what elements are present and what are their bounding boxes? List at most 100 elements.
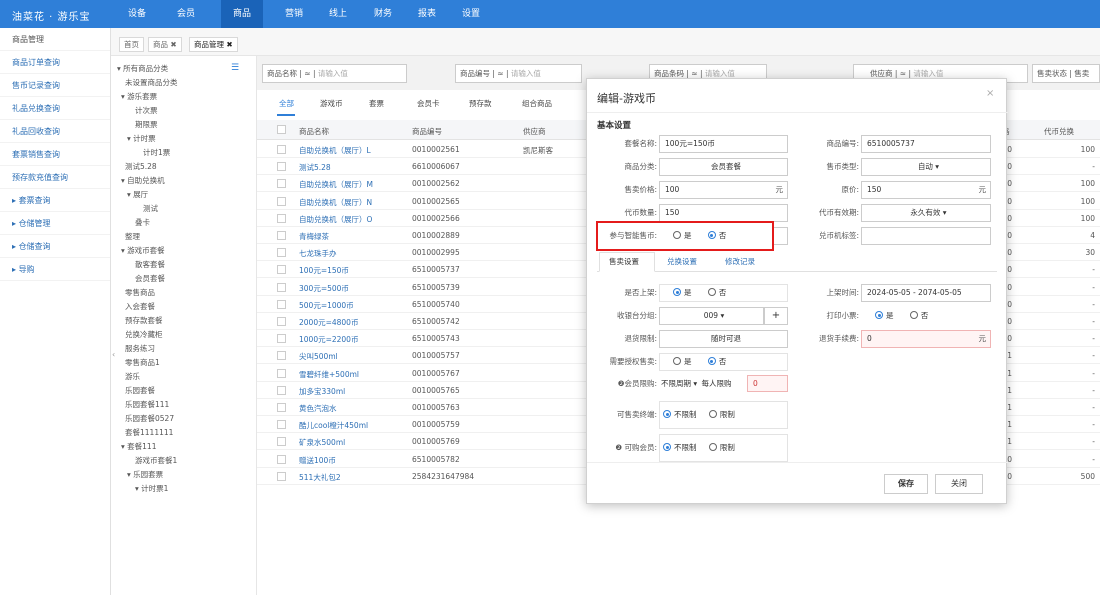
tree-node[interactable]: 测试 xyxy=(143,202,158,216)
tree-node[interactable]: ▾ 游戏币套餐 xyxy=(121,244,165,258)
tree-node[interactable]: 计次票 xyxy=(135,104,158,118)
row-checkbox[interactable] xyxy=(277,265,286,275)
sidebar-item-gift-recycle[interactable]: 礼品回收查询 xyxy=(0,120,110,143)
tab-product-mgmt[interactable]: 商品管理 ✖ xyxy=(189,37,238,52)
token-validity-select[interactable]: 永久有效 ▾ xyxy=(861,204,991,222)
row-checkbox[interactable] xyxy=(277,385,286,395)
nav-marketing[interactable]: 营销 xyxy=(279,0,309,28)
cell-name[interactable]: 矿泉水500ml xyxy=(299,437,345,448)
sidebar-item-deposit[interactable]: 预存款充值查询 xyxy=(0,166,110,189)
tree-node[interactable]: 乐园套餐111 xyxy=(125,398,169,412)
tree-node[interactable]: 乐园套餐0527 xyxy=(125,412,174,426)
refund-limit-select[interactable]: 随时可退 xyxy=(659,330,788,348)
tree-node[interactable]: 散客套餐 xyxy=(135,258,165,272)
row-checkbox[interactable] xyxy=(277,213,286,223)
subtab-change-log[interactable]: 修改记录 xyxy=(725,256,755,267)
cell-name[interactable]: 测试5.28 xyxy=(299,162,331,173)
print-no[interactable]: 否 xyxy=(909,311,928,320)
sidebar-item-guide[interactable]: ▸ 导购 xyxy=(0,258,110,281)
tree-node[interactable]: 服务练习 xyxy=(125,342,155,356)
tree-node[interactable]: ▾ 套餐111 xyxy=(121,440,156,454)
tree-node[interactable]: 会员套餐 xyxy=(135,272,165,286)
nav-settings[interactable]: 设置 xyxy=(456,0,486,28)
terminal-limited[interactable]: 限制 xyxy=(708,410,735,419)
tree-node[interactable]: 期限票 xyxy=(135,118,158,132)
filter-name[interactable]: 商品名称 | ≈ | 请输入值 xyxy=(262,64,407,83)
row-checkbox[interactable] xyxy=(277,282,286,292)
tree-node[interactable]: 游戏币套餐1 xyxy=(135,454,177,468)
cell-name[interactable]: 自助兑换机（展厅）N xyxy=(299,197,372,208)
subtab-sale-settings[interactable]: 售卖设置 xyxy=(609,256,639,267)
row-checkbox[interactable] xyxy=(277,196,286,206)
row-checkbox[interactable] xyxy=(277,368,286,378)
package-name-input[interactable]: 100元=150币 xyxy=(659,135,788,153)
row-checkbox[interactable] xyxy=(277,162,286,172)
cell-name[interactable]: 雪碧纤维+500ml xyxy=(299,369,359,380)
tree-node[interactable]: 游乐 xyxy=(125,370,140,384)
sidebar-item-gift-exchange[interactable]: 礼品兑换查询 xyxy=(0,97,110,120)
nav-online[interactable]: 线上 xyxy=(323,0,353,28)
cell-name[interactable]: 自助兑换机（展厅）L xyxy=(299,145,371,156)
cell-name[interactable]: 加多宝330ml xyxy=(299,386,345,397)
tree-node[interactable]: ▾ 计时票1 xyxy=(135,482,168,496)
cell-name[interactable]: 100元=150币 xyxy=(299,265,349,276)
tree-node[interactable]: ▾ 计时票 xyxy=(127,132,156,146)
row-checkbox[interactable] xyxy=(277,231,286,240)
print-yes[interactable]: 是 xyxy=(875,311,894,320)
row-checkbox[interactable] xyxy=(277,248,286,258)
tree-node[interactable]: 零售商品1 xyxy=(125,356,160,370)
cashier-group-select[interactable]: 009 ▾ xyxy=(659,307,764,325)
sidebar-item-coin-sales[interactable]: 售币记录查询 xyxy=(0,74,110,97)
tab-member-card[interactable]: 会员卡 xyxy=(417,98,440,109)
tab-combo[interactable]: 组合商品 xyxy=(522,98,552,109)
row-checkbox[interactable] xyxy=(277,179,286,189)
tree-root[interactable]: ▾ 所有商品分类 xyxy=(117,62,168,76)
tab-deposit[interactable]: 预存款 xyxy=(469,98,492,109)
tree-node[interactable]: 叠卡 xyxy=(135,216,150,230)
list-menu-icon[interactable]: ☰ xyxy=(231,61,239,75)
row-checkbox[interactable] xyxy=(277,145,286,154)
nav-devices[interactable]: 设备 xyxy=(120,0,154,28)
sidebar-item-ticket-query[interactable]: ▸ 套票查询 xyxy=(0,189,110,212)
cell-name[interactable]: 青梅绿茶 xyxy=(299,231,329,242)
refund-fee-input[interactable]: 0元 xyxy=(861,330,991,348)
price-input[interactable]: 100 元 xyxy=(659,181,788,199)
filter-code[interactable]: 商品编号 | ≈ | 请输入值 xyxy=(455,64,582,83)
limit-count-input[interactable]: 0 xyxy=(747,375,788,392)
tree-node[interactable]: ▾ 乐园套票 xyxy=(127,468,163,482)
sale-time-input[interactable]: 2024-05-05 - 2074-05-05 xyxy=(861,284,991,302)
select-all-checkbox[interactable] xyxy=(277,125,286,134)
row-checkbox[interactable] xyxy=(277,437,286,447)
tab-products[interactable]: 商品 ✖ xyxy=(148,37,182,52)
cell-name[interactable]: 赠送100币 xyxy=(299,455,336,466)
cell-name[interactable]: 黄色汽泡水 xyxy=(299,403,337,414)
row-checkbox[interactable] xyxy=(277,351,286,361)
tab-home[interactable]: 首页 xyxy=(119,37,144,52)
machine-tag-input[interactable] xyxy=(861,227,991,245)
nav-members[interactable]: 会员 xyxy=(168,0,204,28)
row-checkbox[interactable] xyxy=(277,403,286,412)
token-count-input[interactable]: 150 xyxy=(659,204,788,222)
cell-name[interactable]: 2000元=4800币 xyxy=(299,317,358,328)
close-icon[interactable]: × xyxy=(986,88,994,99)
sidebar-item-orders[interactable]: 商品订单查询 xyxy=(0,51,110,74)
row-checkbox[interactable] xyxy=(277,420,286,430)
member-limited[interactable]: 限制 xyxy=(708,443,735,452)
cell-name[interactable]: 500元=1000币 xyxy=(299,300,354,311)
tree-node[interactable]: 套餐1111111 xyxy=(125,426,173,440)
add-group-button[interactable]: + xyxy=(764,307,788,325)
tree-node[interactable]: 乐园套餐 xyxy=(125,384,155,398)
nav-finance[interactable]: 财务 xyxy=(368,0,398,28)
collapse-arrow-icon[interactable]: ‹ xyxy=(112,350,115,359)
subtab-exchange-settings[interactable]: 兑换设置 xyxy=(667,256,697,267)
tree-node[interactable]: 兑换冷藏柜 xyxy=(125,328,163,342)
row-checkbox[interactable] xyxy=(277,317,286,326)
nav-products[interactable]: 商品 xyxy=(221,0,263,28)
tree-node[interactable]: 未设置商品分类 xyxy=(125,76,178,90)
row-checkbox[interactable] xyxy=(277,299,286,309)
save-button[interactable]: 保存 xyxy=(884,474,928,494)
tree-node[interactable]: ▾ 自助兑换机 xyxy=(121,174,165,188)
cell-name[interactable]: 自助兑换机（展厅）O xyxy=(299,214,372,225)
tab-coins[interactable]: 游戏币 xyxy=(320,98,343,109)
row-checkbox[interactable] xyxy=(277,454,286,464)
